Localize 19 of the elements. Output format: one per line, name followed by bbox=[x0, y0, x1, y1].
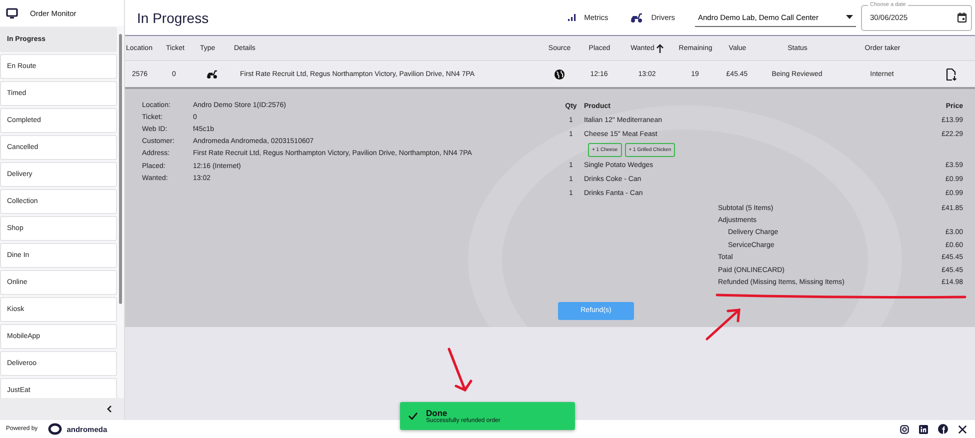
x-icon[interactable] bbox=[958, 424, 967, 434]
caret-icon[interactable] bbox=[846, 15, 853, 19]
page-title: In Progress bbox=[137, 10, 210, 26]
annotation-arrow bbox=[448, 348, 472, 392]
document-download-icon[interactable] bbox=[946, 68, 957, 80]
sort-arrow-icon[interactable] bbox=[656, 44, 664, 52]
instagram-icon[interactable] bbox=[900, 424, 909, 434]
toast-title: Done bbox=[426, 408, 448, 418]
calendar-icon[interactable] bbox=[957, 12, 967, 23]
bar-chart-icon[interactable] bbox=[568, 14, 576, 21]
facebook-icon[interactable] bbox=[938, 424, 948, 434]
scooter-icon[interactable] bbox=[630, 12, 644, 22]
monitor-icon bbox=[6, 8, 18, 18]
logo-icon bbox=[48, 423, 62, 435]
scooter-icon bbox=[206, 70, 218, 78]
linkedin-icon[interactable] bbox=[919, 424, 928, 434]
annotation-arrow bbox=[706, 308, 740, 340]
check-icon bbox=[408, 412, 418, 420]
globe-icon bbox=[554, 68, 564, 80]
